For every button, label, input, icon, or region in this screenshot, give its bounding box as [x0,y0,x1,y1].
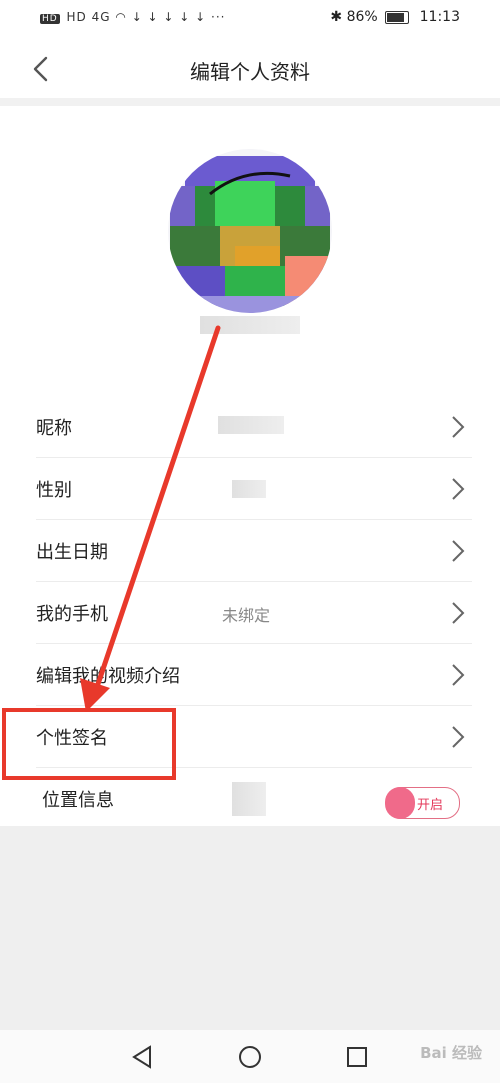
app-header: 编辑个人资料 [0,40,500,98]
chevron-right-icon [452,416,465,438]
location-toggle[interactable]: 开启 [385,787,460,819]
status-left: HD HD 4G ◠ ↓ ↓ ↓ ↓ ↓ ··· [40,10,225,24]
gender-value-blurred [232,480,266,498]
circle-home-icon[interactable] [235,1042,265,1072]
row-label: 我的手机 [36,604,108,625]
wifi-icon: ◠ [115,10,127,24]
username-blurred [200,316,300,334]
page-title: 编辑个人资料 [190,60,310,84]
chevron-right-icon [452,726,465,748]
row-gender[interactable]: 性别 [0,458,500,520]
chevron-right-icon [452,478,465,500]
battery-icon [385,10,410,24]
location-value-blurred [232,782,266,816]
watermark: Bai 经验 [420,1044,482,1062]
download-icon: ↓ ↓ ↓ ↓ ↓ ··· [131,10,226,24]
row-my-phone[interactable]: 我的手机 未绑定 [0,582,500,644]
square-recent-icon[interactable] [342,1042,372,1072]
system-nav-bar: Bai 经验 [0,1030,500,1083]
chevron-right-icon [452,540,465,562]
toggle-knob [385,787,415,819]
row-label: 位置信息 [42,790,114,811]
row-label: 昵称 [36,418,72,439]
highlight-box [2,708,176,780]
status-right: ✱ 86% 11:13 [330,9,460,25]
chevron-right-icon [452,602,465,624]
row-video-intro[interactable]: 编辑我的视频介绍 [0,644,500,706]
network-indicators: HD 4G [66,10,111,24]
chevron-right-icon [452,664,465,686]
header-divider [0,98,500,106]
phone-status: 未绑定 [222,606,271,625]
row-label: 出生日期 [36,542,108,563]
status-bar: HD HD 4G ◠ ↓ ↓ ↓ ↓ ↓ ··· ✱ 86% 11:13 [0,0,500,40]
row-label: 性别 [36,480,72,501]
hd-badge: HD [40,14,60,24]
row-nickname[interactable]: 昵称 [0,396,500,458]
row-label: 编辑我的视频介绍 [36,666,180,687]
triangle-back-icon[interactable] [128,1042,158,1072]
avatar[interactable] [165,146,335,316]
clock: 11:13 [419,9,460,25]
bluetooth-icon: ✱ [330,9,343,25]
row-birthday[interactable]: 出生日期 [0,520,500,582]
toggle-label: 开启 [417,798,444,813]
battery-percent: 86% [346,9,378,25]
nickname-value-blurred [218,416,284,434]
profile-section [0,106,500,396]
